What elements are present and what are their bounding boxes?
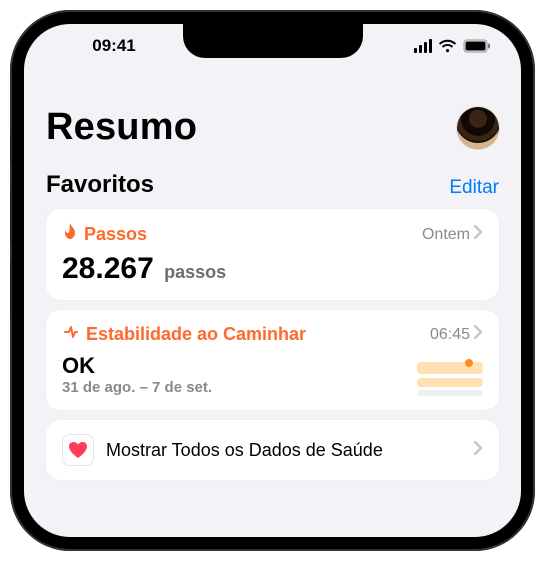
silent-switch (10, 130, 11, 164)
walking-mini-chart (417, 356, 483, 396)
page-header: Resumo (46, 106, 499, 149)
chevron-right-icon (474, 441, 483, 460)
wifi-icon (438, 39, 457, 53)
steps-time-meta: Ontem (422, 225, 483, 244)
walking-stability-icon (62, 324, 80, 345)
status-time: 09:41 (54, 36, 174, 56)
notch (183, 24, 363, 58)
steps-label: Passos (84, 224, 147, 245)
walking-status: OK (62, 353, 212, 379)
chevron-right-icon (474, 325, 483, 344)
steps-value-row: 28.267 passos (62, 252, 483, 286)
phone-frame: 09:41 Resumo Favoritos Editar (10, 10, 535, 551)
favorites-title: Favoritos (46, 171, 154, 199)
walking-time-label: 06:45 (430, 326, 470, 344)
favorites-header: Favoritos Editar (46, 171, 499, 199)
battery-icon (463, 39, 491, 53)
steps-label-group: Passos (62, 223, 147, 246)
steps-value: 28.267 (62, 252, 154, 285)
cellular-signal-icon (414, 39, 432, 53)
show-all-label: Mostrar Todos os Dados de Saúde (106, 440, 462, 461)
volume-down-button (10, 260, 11, 320)
screen: 09:41 Resumo Favoritos Editar (24, 24, 521, 537)
walking-stability-card[interactable]: Estabilidade ao Caminhar 06:45 OK 31 de … (46, 310, 499, 410)
steps-card-header: Passos Ontem (62, 223, 483, 246)
walking-time-meta: 06:45 (430, 325, 483, 344)
steps-unit: passos (164, 262, 226, 282)
flame-icon (62, 223, 78, 246)
walking-date-range: 31 de ago. – 7 de set. (62, 379, 212, 396)
steps-card[interactable]: Passos Ontem 28.267 passos (46, 209, 499, 300)
volume-up-button (10, 185, 11, 245)
walking-card-header: Estabilidade ao Caminhar 06:45 (62, 324, 483, 345)
chevron-right-icon (474, 225, 483, 244)
page-title: Resumo (46, 106, 197, 149)
heart-icon (62, 434, 94, 466)
show-all-health-data-button[interactable]: Mostrar Todos os Dados de Saúde (46, 420, 499, 480)
content-area: Resumo Favoritos Editar Passos (24, 68, 521, 480)
walking-card-body: OK 31 de ago. – 7 de set. (62, 345, 483, 396)
steps-time-label: Ontem (422, 226, 470, 244)
profile-avatar[interactable] (457, 107, 499, 149)
walking-text-group: OK 31 de ago. – 7 de set. (62, 345, 212, 396)
walking-label: Estabilidade ao Caminhar (86, 324, 306, 345)
walking-label-group: Estabilidade ao Caminhar (62, 324, 306, 345)
status-indicators (371, 39, 491, 53)
edit-button[interactable]: Editar (449, 177, 499, 199)
